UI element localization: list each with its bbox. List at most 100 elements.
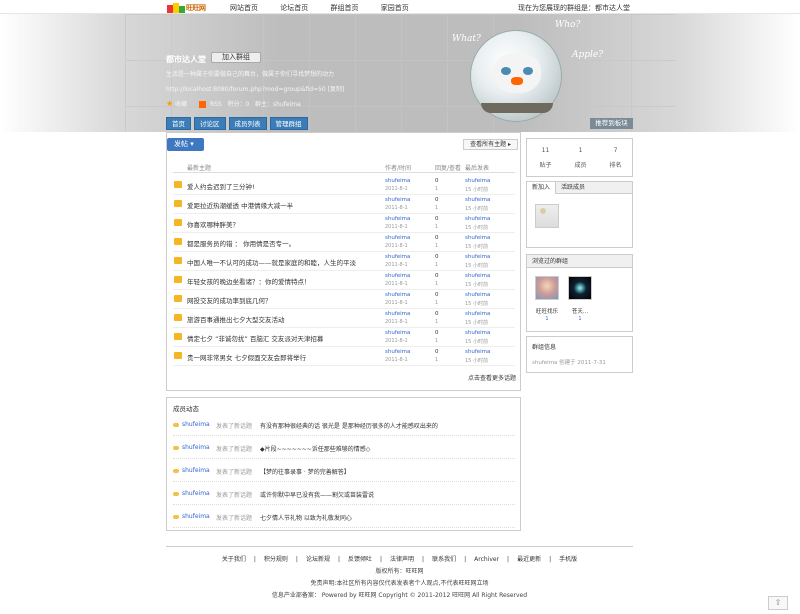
visited-group-name[interactable]: 苍天... bbox=[563, 307, 597, 315]
rss-link[interactable]: RSS bbox=[210, 101, 222, 108]
back-to-top-icon[interactable]: ⇧ bbox=[768, 596, 788, 610]
last-poster[interactable]: shufeima bbox=[465, 273, 490, 279]
visited-group-name[interactable]: 旺旺找乐 bbox=[530, 307, 564, 315]
footer-link[interactable]: 关于我们 bbox=[222, 556, 246, 563]
footer-link[interactable]: 手机版 bbox=[559, 556, 577, 563]
last-poster[interactable]: shufeima bbox=[465, 197, 490, 203]
topic-date: 2011-8-1 bbox=[385, 186, 408, 192]
group-owner[interactable]: 群主：shufeima bbox=[255, 101, 301, 108]
last-poster[interactable]: shufeima bbox=[465, 235, 490, 241]
folder-icon bbox=[174, 352, 182, 359]
tab-discussion[interactable]: 讨论区 bbox=[194, 117, 226, 130]
topic-row[interactable]: 爱人约会迟到了三分钟! shufeima 2011-8-1 0 1 shufeima 15 … bbox=[173, 176, 515, 195]
footer-link[interactable]: 积分规则 bbox=[264, 556, 288, 563]
topic-title[interactable]: 年轻女孩的晚边坐看诸？：你的爱情特点！ bbox=[187, 276, 311, 286]
topic-row[interactable]: 你喜欢哪种胖美？ shufeima 2011-8-1 0 1 shufeima 15 小时前 bbox=[173, 214, 515, 233]
topic-title[interactable]: 中国人唯一不认可的成功——就是家庭的和睦，人生的平淡 bbox=[187, 257, 356, 267]
topic-row[interactable]: 网投交友的成功率到底几何？ shufeima 2011-8-1 0 1 shufeima 1… bbox=[173, 290, 515, 309]
topic-title[interactable]: 都是服务员的错 ： 你用情是否专一。 bbox=[187, 238, 295, 248]
activity-content[interactable]: ◆片段~~~~~~~诉任那些难够的情感◇ bbox=[260, 444, 370, 453]
activity-verb: 发表了新话题 bbox=[216, 423, 253, 430]
site-logo[interactable]: 旺旺网 bbox=[167, 1, 207, 13]
topic-row[interactable]: 中国人唯一不认可的成功——就是家庭的和睦，人生的平淡 shufeima 2011-8… bbox=[173, 252, 515, 271]
topic-row[interactable]: 都是服务员的错 ： 你用情是否专一。 shufeima 2011-8-1 0 1 shuf… bbox=[173, 233, 515, 252]
tab-new-members[interactable]: 新加入 bbox=[527, 182, 557, 194]
last-poster[interactable]: shufeima bbox=[465, 216, 490, 222]
topic-author[interactable]: shufeima bbox=[385, 235, 410, 241]
favorite-link[interactable]: 收藏 bbox=[175, 101, 187, 108]
topic-row[interactable]: 爱距拉近热潮缓透 中港情缘大减一半 shufeima 2011-8-1 0 1 shufe… bbox=[173, 195, 515, 214]
footer-link[interactable]: 反馈倾吐 bbox=[348, 556, 372, 563]
activity-content[interactable]: 或许你默中早已没有我——割欠或苗装雷说 bbox=[260, 490, 374, 499]
last-poster[interactable]: shufeima bbox=[465, 178, 490, 184]
group-url[interactable]: http://localhost:8080/forum.php?mod=grou… bbox=[166, 84, 344, 93]
nav-home[interactable]: 网站首页 bbox=[230, 4, 258, 12]
activity-content[interactable]: 七夕情人节礼物 以致为礼敬发同心 bbox=[260, 513, 352, 522]
last-poster[interactable]: shufeima bbox=[465, 330, 490, 336]
activity-user[interactable]: shufeima bbox=[182, 467, 210, 474]
topic-title[interactable]: 情定七夕 “非诚勿扰” 百脑汇 交友派对天津招募 bbox=[187, 333, 323, 343]
group-meta: ★ 收藏 RSS 积分：0 群主：shufeima bbox=[166, 99, 301, 108]
topic-author[interactable]: shufeima bbox=[385, 178, 410, 184]
last-poster[interactable]: shufeima bbox=[465, 292, 490, 298]
topic-title[interactable]: 爱人约会迟到了三分钟! bbox=[187, 181, 255, 191]
visited-group-avatar[interactable] bbox=[535, 276, 559, 300]
member-avatar[interactable] bbox=[535, 204, 559, 228]
topic-title[interactable]: 贵一网非常男女 七夕假面交友会即将举行 bbox=[187, 352, 306, 362]
activity-user[interactable]: shufeima bbox=[182, 421, 210, 428]
recommend-button[interactable]: 推荐到板块 bbox=[590, 118, 633, 129]
footer-link[interactable]: 最近更新 bbox=[517, 556, 541, 563]
top-nav: 网站首页 论坛首页 群组首页 家园首页 bbox=[230, 3, 429, 13]
visited-group-avatar[interactable] bbox=[568, 276, 592, 300]
topic-row[interactable]: 旅游百事通推出七夕大型交友活动 shufeima 2011-8-1 0 1 shufeim… bbox=[173, 309, 515, 328]
nav-forum[interactable]: 论坛首页 bbox=[280, 4, 308, 12]
rss-icon[interactable] bbox=[199, 101, 207, 108]
group-description: 生活是一种属于你要做自己的舞台，做属于你们寻找梦想的动力 bbox=[166, 71, 335, 78]
last-poster[interactable]: shufeima bbox=[465, 254, 490, 260]
last-poster[interactable]: shufeima bbox=[465, 311, 490, 317]
activity-content[interactable]: 【梦的往事录事 · 梦的完善解答】 bbox=[260, 467, 350, 476]
topic-author[interactable]: shufeima bbox=[385, 330, 410, 336]
topic-title[interactable]: 网投交友的成功率到底几何？ bbox=[187, 295, 272, 305]
last-poster[interactable]: shufeima bbox=[465, 349, 490, 355]
footer-link[interactable]: Archiver bbox=[474, 556, 499, 563]
footer-link[interactable]: 法律声明 bbox=[390, 556, 414, 563]
visited-title: 浏览过的群组 bbox=[527, 255, 632, 268]
folder-icon bbox=[174, 238, 182, 245]
topic-author[interactable]: shufeima bbox=[385, 349, 410, 355]
view-all-topics-button[interactable]: 查看所有主题 ▸ bbox=[463, 139, 518, 150]
topic-date: 2011-8-1 bbox=[385, 300, 408, 306]
comment-icon bbox=[173, 446, 179, 450]
tab-manage[interactable]: 管理群组 bbox=[269, 117, 308, 130]
topic-author[interactable]: shufeima bbox=[385, 254, 410, 260]
more-topics-link[interactable]: 点击查看更多话题 bbox=[468, 373, 516, 382]
activity-content[interactable]: 有没有那种很经典的话 很光是 是那种经历很多的人才能感叹出来的 bbox=[260, 421, 438, 430]
topic-author[interactable]: shufeima bbox=[385, 197, 410, 203]
footer-link[interactable]: 联系我们 bbox=[432, 556, 456, 563]
join-group-button[interactable]: 加入群组 bbox=[211, 52, 261, 63]
activity-user[interactable]: shufeima bbox=[182, 513, 210, 520]
star-icon[interactable]: ★ bbox=[166, 99, 173, 108]
topic-row[interactable]: 年轻女孩的晚边坐看诸？：你的爱情特点！ shufeima 2011-8-1 0 1 shu… bbox=[173, 271, 515, 290]
topic-author[interactable]: shufeima bbox=[385, 216, 410, 222]
topic-title[interactable]: 爱距拉近热潮缓透 中港情缘大减一半 bbox=[187, 200, 293, 210]
tab-home[interactable]: 首页 bbox=[166, 117, 191, 130]
topic-author[interactable]: shufeima bbox=[385, 273, 410, 279]
topic-author[interactable]: shufeima bbox=[385, 311, 410, 317]
activity-user[interactable]: shufeima bbox=[182, 490, 210, 497]
topic-row[interactable]: 情定七夕 “非诚勿扰” 百脑汇 交友派对天津招募 shufeima 2011-8-1… bbox=[173, 328, 515, 347]
topic-author[interactable]: shufeima bbox=[385, 292, 410, 298]
nav-groups[interactable]: 群组首页 bbox=[330, 4, 358, 12]
nav-home-space[interactable]: 家园首页 bbox=[381, 4, 409, 12]
footer-link[interactable]: 论坛新规 bbox=[306, 556, 330, 563]
topic-title[interactable]: 旅游百事通推出七夕大型交友活动 bbox=[187, 314, 285, 324]
comment-icon bbox=[173, 469, 179, 473]
topic-replies: 0 bbox=[435, 235, 439, 241]
folder-icon bbox=[174, 295, 182, 302]
tab-active-members[interactable]: 活跃成员 bbox=[556, 184, 590, 191]
post-button[interactable]: 发帖 ▾ bbox=[167, 138, 204, 151]
tab-members[interactable]: 成员列表 bbox=[228, 117, 267, 130]
topic-title[interactable]: 你喜欢哪种胖美？ bbox=[187, 219, 239, 229]
activity-user[interactable]: shufeima bbox=[182, 444, 210, 451]
topic-row[interactable]: 贵一网非常男女 七夕假面交友会即将举行 shufeima 2011-8-1 0 1 shu… bbox=[173, 347, 515, 366]
